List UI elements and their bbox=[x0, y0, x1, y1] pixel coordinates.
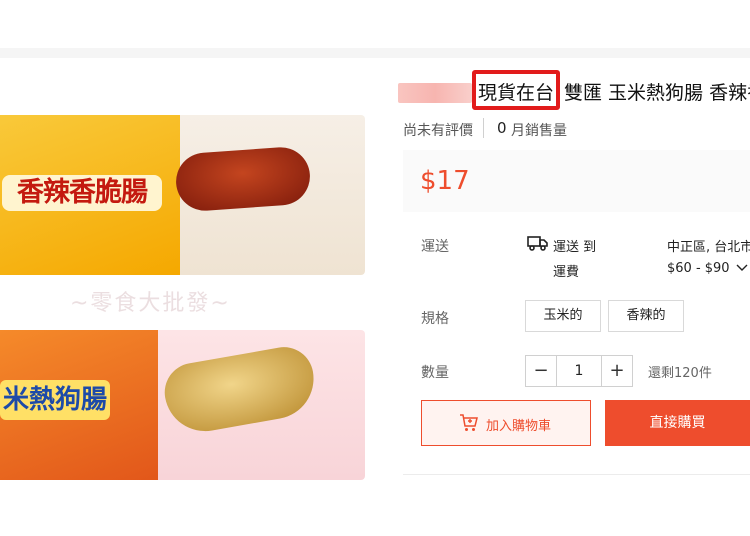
sausage-pack-spicy: 香辣香脆腸 bbox=[0, 115, 365, 275]
pack-wrapper: 米熱狗腸 bbox=[0, 330, 158, 480]
title-highlight-text: 現貨在台 bbox=[478, 82, 555, 104]
price: $17 bbox=[420, 166, 470, 196]
product-image[interactable]: 香辣香脆腸 ~零食大批發~ 米熱狗腸 bbox=[0, 75, 366, 485]
shipping-label: 運送 bbox=[421, 239, 449, 255]
variant-option-spicy[interactable]: 香辣的 bbox=[608, 300, 684, 332]
pack-wrapper: 香辣香脆腸 bbox=[0, 115, 180, 275]
decrease-button[interactable]: − bbox=[526, 356, 557, 386]
variant-label: 規格 bbox=[421, 311, 449, 327]
sold-count: 0 bbox=[497, 119, 507, 137]
corn-sausage bbox=[160, 342, 320, 438]
quantity-label: 數量 bbox=[421, 365, 449, 381]
divider bbox=[483, 118, 484, 138]
divider bbox=[403, 474, 750, 475]
ship-to-label: 運送 到 bbox=[553, 240, 597, 255]
product-page: 香辣香脆腸 ~零食大批發~ 米熱狗腸 現貨在台 雙匯 玉米熱狗腸 香辣香 尚未有… bbox=[0, 0, 750, 536]
pack-label-bottom: 米熱狗腸 bbox=[0, 380, 110, 420]
buy-now-button[interactable]: 直接購買 bbox=[605, 400, 750, 446]
image-watermark: ~零食大批發~ bbox=[70, 291, 231, 316]
sausage-pack-corn: 米熱狗腸 bbox=[0, 330, 365, 480]
ship-fee-dropdown[interactable]: $60 - $90 bbox=[667, 261, 748, 276]
add-to-cart-label: 加入購物車 bbox=[486, 419, 552, 434]
ship-fee-range: $60 - $90 bbox=[667, 261, 730, 276]
pack-label-top: 香辣香脆腸 bbox=[2, 175, 162, 211]
truck-icon bbox=[527, 236, 548, 251]
increase-button[interactable]: + bbox=[601, 356, 632, 386]
rating-text: 尚未有評價 bbox=[403, 123, 473, 139]
chevron-down-icon bbox=[736, 264, 748, 271]
blurred-title-prefix bbox=[398, 83, 472, 103]
add-to-cart-button[interactable]: 加入購物車 bbox=[421, 400, 591, 446]
top-bar bbox=[0, 0, 750, 48]
variant-option-corn[interactable]: 玉米的 bbox=[525, 300, 601, 332]
stock-remaining: 還剩120件 bbox=[648, 366, 712, 381]
sold-label: 月銷售量 bbox=[511, 123, 567, 139]
quantity-stepper: − 1 + bbox=[525, 355, 633, 387]
cart-icon bbox=[460, 414, 478, 431]
ship-fee-label: 運費 bbox=[553, 265, 580, 280]
ship-location[interactable]: 中正區, 台北市 bbox=[667, 236, 750, 255]
product-title: 雙匯 玉米熱狗腸 香辣香 bbox=[564, 82, 750, 104]
spicy-sausage bbox=[174, 145, 312, 213]
quantity-input[interactable]: 1 bbox=[557, 356, 601, 386]
